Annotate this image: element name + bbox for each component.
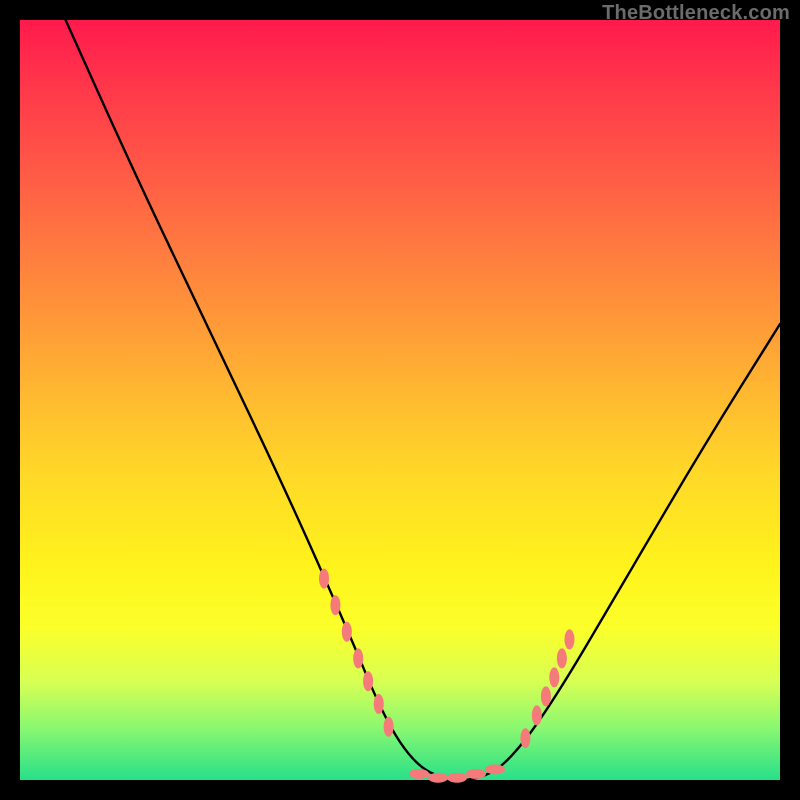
chart-frame: TheBottleneck.com bbox=[0, 0, 800, 800]
marker-dot bbox=[342, 622, 352, 642]
marker-dot bbox=[384, 717, 394, 737]
marker-dot bbox=[374, 694, 384, 714]
chart-markers bbox=[319, 569, 574, 783]
chart-curve bbox=[66, 20, 780, 780]
marker-dot bbox=[485, 764, 505, 774]
marker-dot bbox=[428, 773, 448, 783]
marker-dot bbox=[409, 769, 429, 779]
marker-dot bbox=[557, 648, 567, 668]
marker-dot bbox=[330, 595, 340, 615]
marker-dot bbox=[447, 773, 467, 783]
marker-dot bbox=[319, 569, 329, 589]
marker-dot bbox=[549, 667, 559, 687]
marker-dot bbox=[520, 728, 530, 748]
marker-dot bbox=[466, 769, 486, 779]
marker-dot bbox=[353, 648, 363, 668]
bottleneck-curve-path bbox=[66, 20, 780, 780]
marker-dot bbox=[363, 671, 373, 691]
marker-dot bbox=[532, 705, 542, 725]
chart-svg bbox=[20, 20, 780, 780]
marker-dot bbox=[541, 686, 551, 706]
marker-dot bbox=[564, 629, 574, 649]
